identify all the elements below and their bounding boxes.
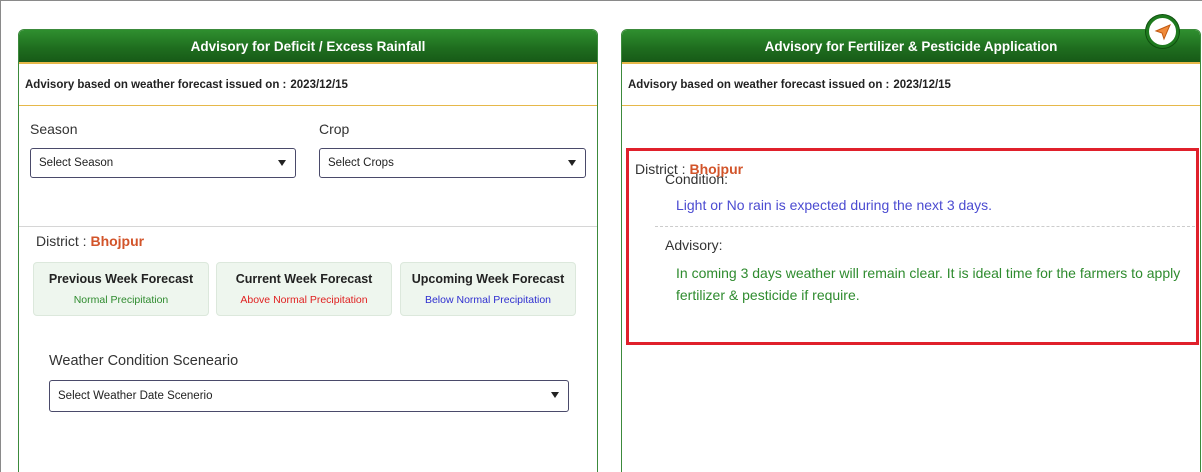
navigation-arrow-icon: [1154, 23, 1171, 40]
crop-label: Crop: [319, 121, 350, 137]
issued-date: 2023/12/15: [893, 78, 951, 91]
chevron-down-icon: [278, 160, 286, 166]
previous-week-forecast-card: Previous Week Forecast Normal Precipitat…: [33, 262, 209, 316]
deficit-excess-rainfall-panel: Advisory for Deficit / Excess Rainfall A…: [18, 29, 598, 472]
advisory-text: In coming 3 days weather will remain cle…: [676, 265, 1181, 303]
forecast-title: Previous Week Forecast: [48, 272, 194, 286]
selection-area: Season Select Season Crop Select Crops: [19, 106, 597, 227]
chevron-down-icon: [568, 160, 576, 166]
season-select-value: Select Season: [39, 157, 114, 169]
season-select[interactable]: Select Season: [30, 148, 296, 178]
panel-title: Advisory for Deficit / Excess Rainfall: [19, 30, 597, 64]
forecast-value: Below Normal Precipitation: [424, 294, 552, 306]
weather-scenario-value: Select Weather Date Scenerio: [58, 390, 213, 402]
forecast-title: Current Week Forecast: [235, 272, 373, 286]
forecast-issued-row: Advisory based on weather forecast issue…: [622, 64, 1200, 106]
navigation-compass-icon[interactable]: [1146, 15, 1179, 48]
district-prefix: District :: [36, 233, 87, 249]
issued-label: Advisory based on weather forecast issue…: [628, 78, 890, 91]
condition-text: Light or No rain is expected during the …: [676, 197, 992, 213]
condition-label: Condition:: [665, 171, 729, 187]
crop-select-value: Select Crops: [328, 157, 394, 169]
forecast-value: Above Normal Precipitation: [240, 294, 368, 306]
district-name: Bhojpur: [90, 233, 145, 249]
season-label: Season: [30, 121, 78, 137]
upcoming-week-forecast-card: Upcoming Week Forecast Below Normal Prec…: [400, 262, 576, 316]
crop-select[interactable]: Select Crops: [319, 148, 586, 178]
weather-scenario-select[interactable]: Select Weather Date Scenerio: [49, 380, 569, 412]
advisory-highlight-box: District : Bhojpur Condition: Light or N…: [626, 148, 1199, 345]
current-week-forecast-card: Current Week Forecast Above Normal Preci…: [216, 262, 392, 316]
forecast-issued-row: Advisory based on weather forecast issue…: [19, 64, 597, 106]
chevron-down-icon: [551, 392, 559, 398]
issued-date: 2023/12/15: [290, 78, 348, 91]
issued-label: Advisory based on weather forecast issue…: [25, 78, 287, 91]
advisory-label: Advisory:: [665, 237, 723, 253]
forecast-title: Upcoming Week Forecast: [411, 272, 565, 286]
panel-title: Advisory for Fertilizer & Pesticide Appl…: [622, 30, 1200, 64]
divider: [655, 226, 1195, 227]
forecast-value: Normal Precipitation: [73, 294, 169, 306]
district-label: District : Bhojpur: [36, 233, 144, 249]
weather-scenario-label: Weather Condition Sceneario: [49, 353, 239, 369]
fertilizer-pesticide-panel: Advisory for Fertilizer & Pesticide Appl…: [621, 29, 1201, 472]
